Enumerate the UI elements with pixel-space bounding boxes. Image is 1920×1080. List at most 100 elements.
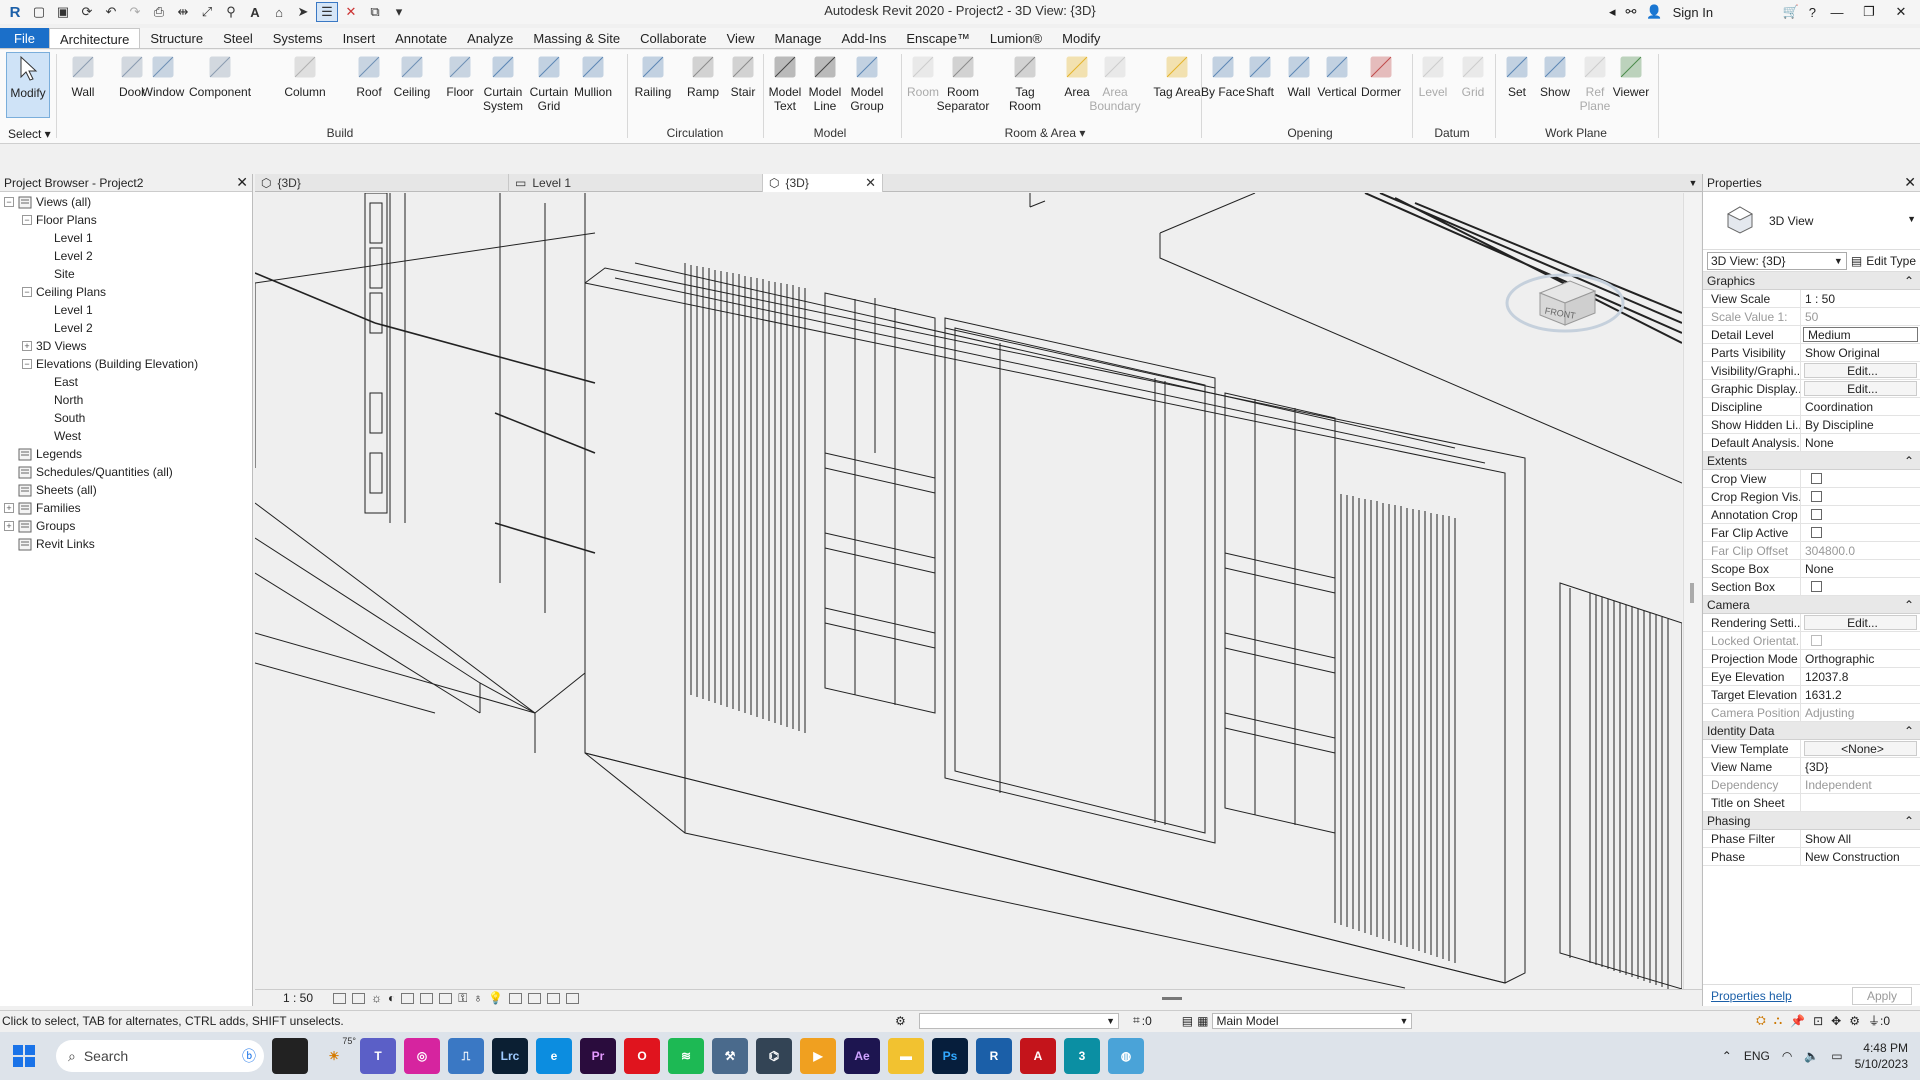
sync-icon[interactable]: ⟳ — [76, 2, 98, 22]
tree-node-revit-links[interactable]: Revit Links — [0, 535, 252, 553]
temp-hide-icon[interactable]: ♁ — [473, 991, 482, 1005]
chevron-up-icon[interactable]: ⌃ — [1722, 1049, 1732, 1063]
tag-icon[interactable]: ⚲ — [220, 2, 242, 22]
drag-select-icon[interactable]: ✥ — [1831, 1014, 1841, 1028]
revit-logo-icon[interactable]: R — [4, 4, 26, 21]
revit-taskbar-icon[interactable]: R — [976, 1038, 1012, 1074]
checkbox[interactable] — [1811, 509, 1822, 520]
dormer-button[interactable]: Dormer — [1356, 52, 1406, 99]
tag-room-button[interactable]: Tag Room — [1000, 52, 1050, 113]
globe-app-icon[interactable]: ◍ — [1108, 1038, 1144, 1074]
resolve-icon[interactable]: ⌬ — [756, 1038, 792, 1074]
ribbon-tab-manage[interactable]: Manage — [765, 28, 832, 48]
property-value[interactable]: None — [1801, 560, 1920, 577]
ribbon-tab-systems[interactable]: Systems — [263, 28, 333, 48]
select-dropdown[interactable]: Select ▾ — [8, 127, 51, 141]
autocad-icon[interactable]: A — [1020, 1038, 1056, 1074]
wifi-icon[interactable]: ◠ — [1782, 1049, 1792, 1063]
room-area-panel-label[interactable]: Room & Area ▾ — [990, 126, 1100, 140]
tree-node-sheets-all[interactable]: Sheets (all) — [0, 481, 252, 499]
tree-node-legends[interactable]: Legends — [0, 445, 252, 463]
room-separator-button[interactable]: Room Separator — [937, 52, 989, 113]
undo-icon[interactable]: ↶ — [100, 2, 122, 22]
edge-icon[interactable]: e — [536, 1038, 572, 1074]
workset-dropdown[interactable]: ▼ — [919, 1012, 1119, 1029]
view-tab-3d[interactable]: ⬡ {3D} — [255, 174, 509, 192]
properties-help-link[interactable]: Properties help — [1711, 989, 1792, 1003]
reveal-constraints-icon[interactable] — [566, 992, 580, 1004]
file-explorer-icon[interactable]: ▬ — [888, 1038, 924, 1074]
collapse-group-icon[interactable]: ⌃ — [1904, 722, 1914, 739]
instagram-icon[interactable]: ◎ — [404, 1038, 440, 1074]
binoculars-icon[interactable]: ⚯ — [1625, 4, 1636, 20]
clock[interactable]: 4:48 PM 5/10/2023 — [1855, 1040, 1908, 1072]
wall-button[interactable]: Wall — [58, 52, 108, 99]
view-scale[interactable]: 1 : 50 — [283, 991, 313, 1005]
property-value[interactable]: New Construction — [1801, 848, 1920, 865]
customize-qat-icon[interactable]: ▾ — [388, 2, 410, 22]
reveal-hidden-icon[interactable]: 💡 — [488, 991, 503, 1005]
tool-app-icon[interactable]: ⚒ — [712, 1038, 748, 1074]
property-group-identity-data[interactable]: Identity Data ⌃ — [1703, 722, 1920, 740]
curtain-grid-button[interactable]: Curtain Grid — [524, 52, 574, 113]
weather-icon[interactable]: ☀ 75° — [316, 1036, 356, 1074]
viewer-button[interactable]: Viewer — [1606, 52, 1656, 99]
switch-windows-icon[interactable]: ⧉ — [364, 2, 386, 22]
checkbox[interactable] — [1811, 581, 1822, 592]
property-value[interactable]: 12037.8 — [1801, 668, 1920, 685]
ceiling-button[interactable]: Ceiling — [387, 52, 437, 99]
close-icon[interactable]: ✕ — [236, 174, 248, 191]
view-tab-level-1[interactable]: ▭ Level 1 — [509, 174, 763, 192]
chevron-down-icon[interactable]: ▼ — [1907, 214, 1916, 224]
collapse-group-icon[interactable]: ⌃ — [1904, 272, 1914, 289]
expand-icon[interactable]: + — [22, 341, 32, 351]
language-indicator[interactable]: ENG — [1744, 1049, 1770, 1063]
railing-button[interactable]: Railing — [628, 52, 678, 99]
close-icon[interactable]: ✕ — [1904, 174, 1916, 191]
tree-node-families[interactable]: + Families — [0, 499, 252, 517]
user-icon[interactable]: 👤 — [1646, 4, 1662, 20]
tree-node-south[interactable]: South — [0, 409, 252, 427]
property-checkbox-cell[interactable] — [1801, 506, 1920, 523]
expand-icon[interactable]: + — [4, 521, 14, 531]
media-player-icon[interactable]: ▶ — [800, 1038, 836, 1074]
collapse-group-icon[interactable]: ⌃ — [1904, 452, 1914, 469]
property-group-graphics[interactable]: Graphics ⌃ — [1703, 272, 1920, 290]
save-icon[interactable]: ▣ — [52, 2, 74, 22]
ribbon-tab-lumion[interactable]: Lumion® — [980, 28, 1052, 48]
detail-level-icon[interactable] — [333, 992, 347, 1004]
editable-only-icon[interactable]: ⌗ — [1133, 1013, 1140, 1028]
battery-icon[interactable]: ▭ — [1831, 1049, 1842, 1063]
area-boundary-button[interactable]: Area Boundary — [1089, 52, 1141, 113]
tree-node-level-2[interactable]: Level 2 — [0, 319, 252, 337]
tree-node-3d-views[interactable]: +3D Views — [0, 337, 252, 355]
worksets-icon[interactable]: ⚙ — [895, 1014, 915, 1028]
spotify-icon[interactable]: ≋ — [668, 1038, 704, 1074]
ribbon-tab-enscape[interactable]: Enscape™ — [896, 28, 980, 48]
ribbon-tab-massing-site[interactable]: Massing & Site — [523, 28, 630, 48]
filter-icon[interactable]: ⏚ — [1868, 1012, 1880, 1029]
property-checkbox-cell[interactable] — [1801, 578, 1920, 595]
worksharing-icon[interactable] — [509, 992, 523, 1004]
property-value[interactable]: {3D} — [1801, 758, 1920, 775]
after-effects-icon[interactable]: Ae — [844, 1038, 880, 1074]
lock-3d-icon[interactable]: ⚿ — [458, 991, 467, 1006]
property-value[interactable]: 1 : 50 — [1801, 290, 1920, 307]
collapse-group-icon[interactable]: ⌃ — [1904, 596, 1914, 613]
checkbox[interactable] — [1811, 491, 1822, 502]
lightroom-classic-icon[interactable]: Lrc — [492, 1038, 528, 1074]
teams-icon[interactable]: T — [360, 1038, 396, 1074]
property-edit-button[interactable]: Edit... — [1804, 381, 1917, 396]
underlay-select-icon[interactable]: ⛬ — [1774, 1013, 1782, 1028]
close-window-icon[interactable]: ✕ — [1890, 4, 1912, 20]
property-checkbox-cell[interactable] — [1801, 488, 1920, 505]
design-options-icon[interactable]: ▤ — [1182, 1014, 1193, 1028]
property-value[interactable]: Orthographic — [1801, 650, 1920, 667]
analytical-model-icon[interactable] — [528, 992, 542, 1004]
ribbon-tab-file[interactable]: File — [0, 28, 49, 48]
link-select-icon[interactable]: ⛭ — [1756, 1013, 1766, 1028]
tree-node-groups[interactable]: + Groups — [0, 517, 252, 535]
task-view-icon[interactable] — [272, 1038, 308, 1074]
windows-start-icon[interactable] — [0, 1032, 48, 1080]
open-icon[interactable]: ▢ — [28, 2, 50, 22]
